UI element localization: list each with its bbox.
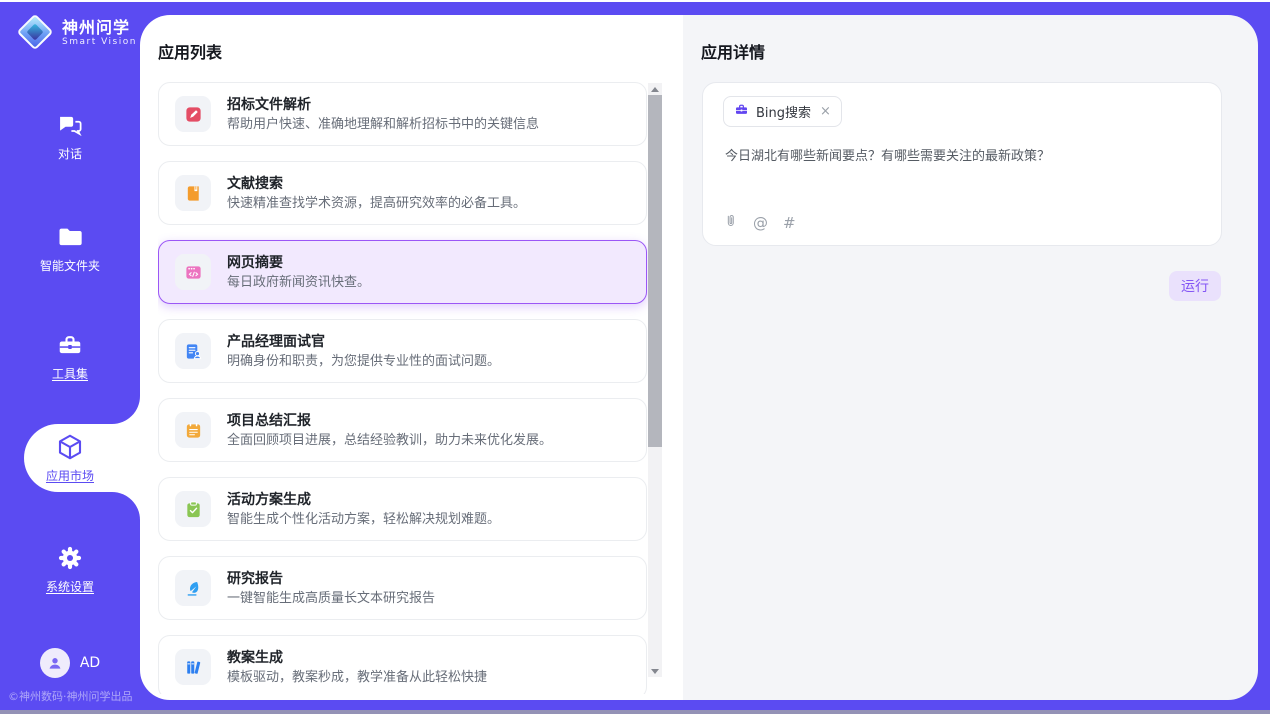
app-card-tender-doc-analysis[interactable]: 招标文件解析 帮助用户快速、准确地理解和解析招标书中的关键信息 — [158, 82, 647, 146]
tool-chip-label: Bing搜索 — [756, 102, 811, 121]
sidebar-item-app-market[interactable]: 应用市场 — [0, 432, 140, 484]
app-card-event-plan[interactable]: 活动方案生成 智能生成个性化活动方案，轻松解决规划难题。 — [158, 477, 647, 541]
app-detail-pane: 应用详情 Bing搜索 × 今日湖北有哪些新闻要点？有哪些需要关注的最新政策？ … — [683, 15, 1258, 700]
app-list-scrollbar — [648, 83, 662, 677]
user-account[interactable]: AD — [0, 648, 140, 678]
sidebar-item-toolset[interactable]: 工具集 — [0, 330, 140, 382]
run-button[interactable]: 运行 — [1169, 271, 1221, 301]
app-card-title: 招标文件解析 — [227, 97, 539, 113]
sidebar-item-label: 工具集 — [52, 365, 88, 382]
sidebar-item-label: 系统设置 — [46, 578, 94, 595]
app-card-title: 教案生成 — [227, 650, 487, 666]
app-card-literature-search[interactable]: 文献搜索 快速精准查找学术资源，提高研究效率的必备工具。 — [158, 161, 647, 225]
tender-doc-icon — [175, 96, 211, 132]
folder-icon — [55, 222, 85, 252]
scroll-up-arrow-icon[interactable] — [648, 83, 662, 95]
webpage-icon — [175, 254, 211, 290]
app-list-pane: 应用列表 招标文件解析 帮助用户快速、准确地理解和解析招标书中的关键信息 — [140, 15, 683, 700]
prompt-text: 今日湖北有哪些新闻要点？有哪些需要关注的最新政策？ — [725, 147, 1195, 166]
sidebar-item-label: 应用市场 — [46, 467, 94, 484]
app-card-project-summary[interactable]: 项目总结汇报 全面回顾项目进展，总结经验教训，助力未来优化发展。 — [158, 398, 647, 462]
app-card-title: 网页摘要 — [227, 255, 370, 271]
brand-tagline: Smart Vision — [62, 37, 137, 47]
notepad-icon — [175, 412, 211, 448]
sidebar-item-label: 智能文件夹 — [40, 257, 100, 274]
gear-icon — [55, 543, 85, 573]
app-card-desc: 帮助用户快速、准确地理解和解析招标书中的关键信息 — [227, 117, 539, 132]
app-card-web-summary[interactable]: 网页摘要 每日政府新闻资讯快查。 — [158, 240, 647, 304]
app-card-title: 活动方案生成 — [227, 492, 500, 508]
books-icon — [175, 649, 211, 685]
app-card-desc: 全面回顾项目进展，总结经验教训，助力未来优化发展。 — [227, 433, 552, 448]
scrollbar-thumb[interactable] — [648, 95, 662, 447]
attachment-icon[interactable] — [723, 213, 738, 232]
sidebar-fillet-top — [112, 396, 140, 424]
app-card-desc: 一键智能生成高质量长文本研究报告 — [227, 591, 435, 606]
app-card-desc: 快速精准查找学术资源，提高研究效率的必备工具。 — [227, 196, 526, 211]
sidebar-item-smart-folder[interactable]: 智能文件夹 — [0, 222, 140, 274]
app-card-pm-interviewer[interactable]: 产品经理面试官 明确身份和职责，为您提供专业性的面试问题。 — [158, 319, 647, 383]
prompt-input[interactable]: Bing搜索 × 今日湖北有哪些新闻要点？有哪些需要关注的最新政策？ @ # — [702, 82, 1222, 246]
research-icon — [175, 570, 211, 606]
hash-icon[interactable]: # — [783, 215, 796, 231]
sidebar-item-chat[interactable]: 对话 — [0, 110, 140, 162]
window-bottom-strip — [0, 710, 1270, 714]
app-card-desc: 智能生成个性化活动方案，轻松解决规划难题。 — [227, 512, 500, 527]
interviewer-icon — [175, 333, 211, 369]
app-card-desc: 明确身份和职责，为您提供专业性的面试问题。 — [227, 354, 500, 369]
briefcase-icon — [734, 102, 749, 121]
app-card-title: 项目总结汇报 — [227, 413, 552, 429]
clipboard-check-icon — [175, 491, 211, 527]
sidebar-item-settings[interactable]: 系统设置 — [0, 543, 140, 595]
mention-icon[interactable]: @ — [753, 215, 768, 231]
user-name: AD — [80, 655, 100, 671]
prompt-toolbar: @ # — [723, 213, 796, 232]
brand-logo-icon — [16, 13, 54, 51]
app-card-desc: 每日政府新闻资讯快查。 — [227, 275, 370, 290]
avatar — [40, 648, 70, 678]
cube-icon — [55, 432, 85, 462]
sidebar-fillet-bottom — [112, 492, 140, 520]
toolbox-icon — [55, 330, 85, 360]
app-card-research-report[interactable]: 研究报告 一键智能生成高质量长文本研究报告 — [158, 556, 647, 620]
app-detail-title: 应用详情 — [701, 39, 765, 63]
app-list-title: 应用列表 — [158, 39, 222, 63]
app-card-lesson-plan[interactable]: 教案生成 模板驱动，教案秒成，教学准备从此轻松快捷 — [158, 635, 647, 694]
app-card-title: 文献搜索 — [227, 176, 526, 192]
copyright-text: ©神州数码·神州问学出品 — [8, 688, 133, 704]
close-icon[interactable]: × — [820, 104, 831, 119]
tool-chip-bing-search[interactable]: Bing搜索 × — [723, 96, 842, 127]
brand-name: 神州问学 — [62, 18, 137, 37]
scroll-down-arrow-icon[interactable] — [648, 665, 662, 677]
brand-logo: 神州问学 Smart Vision — [16, 13, 137, 51]
app-list: 招标文件解析 帮助用户快速、准确地理解和解析招标书中的关键信息 文献搜索 快速精… — [158, 82, 648, 694]
book-icon — [175, 175, 211, 211]
chat-icon — [55, 110, 85, 140]
app-card-title: 产品经理面试官 — [227, 334, 500, 350]
sidebar: 神州问学 Smart Vision 对话 智能文件夹 工具集 — [0, 2, 140, 710]
sidebar-item-label: 对话 — [58, 145, 82, 162]
main-content: 应用列表 招标文件解析 帮助用户快速、准确地理解和解析招标书中的关键信息 — [140, 15, 1258, 700]
app-card-desc: 模板驱动，教案秒成，教学准备从此轻松快捷 — [227, 670, 487, 685]
app-window: 神州问学 Smart Vision 对话 智能文件夹 工具集 — [0, 0, 1270, 714]
app-card-title: 研究报告 — [227, 571, 435, 587]
